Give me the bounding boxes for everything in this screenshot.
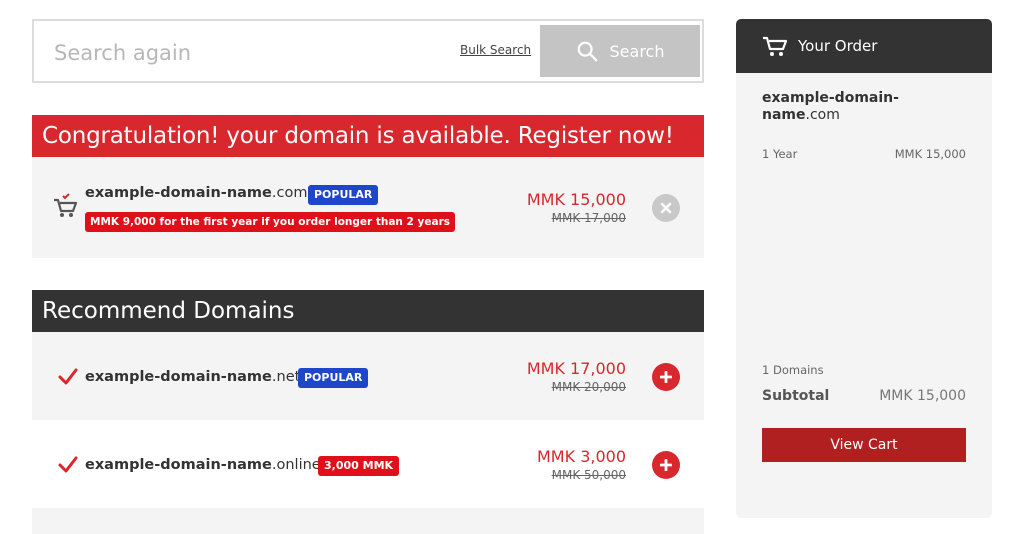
remove-domain-button[interactable]	[652, 194, 680, 222]
price-now: MMK 15,000	[526, 190, 626, 209]
recommend-domain-name: example-domain-name.net	[85, 369, 301, 385]
recommend-domain-name: example-domain-name.online	[85, 457, 321, 473]
popular-badge: POPULAR	[308, 185, 379, 205]
order-panel: Your Order example-domain-name.com 1 Yea…	[736, 19, 992, 518]
order-period-line: 1 Year MMK 15,000	[762, 147, 966, 161]
search-input[interactable]	[54, 39, 434, 67]
bulk-search-link[interactable]: Bulk Search	[460, 43, 531, 57]
subtotal-label: Subtotal	[762, 388, 830, 404]
selected-price: MMK 15,000 MMK 17,000	[527, 190, 626, 225]
recommend-header: Recommend Domains	[32, 290, 704, 332]
price-now: MMK 17,000	[526, 359, 626, 378]
search-button-label: Search	[609, 41, 665, 61]
plus-icon	[660, 371, 672, 383]
recommend-price: MMK 3,000 MMK 50,000	[537, 447, 626, 482]
selected-domain-row: example-domain-name.com POPULAR MMK 9,00…	[32, 157, 704, 258]
add-domain-button[interactable]	[652, 451, 680, 479]
search-icon	[577, 41, 597, 62]
view-cart-button[interactable]: View Cart	[762, 428, 966, 462]
recommend-row: example-domain-name.online 3,000 MMK MMK…	[32, 420, 704, 508]
order-period-price: MMK 15,000	[894, 147, 966, 161]
discount-badge: 3,000 MMK	[318, 456, 400, 476]
selected-domain-name: example-domain-name.com	[85, 185, 308, 201]
check-icon	[58, 456, 78, 473]
cart-icon	[763, 36, 788, 56]
price-old: MMK 17,000	[551, 211, 626, 225]
search-bar: Bulk Search Search	[32, 19, 704, 83]
order-period: 1 Year	[762, 147, 798, 161]
recommend-row: example-domain-name.net POPULAR MMK 17,0…	[32, 332, 704, 420]
order-header: Your Order	[736, 19, 992, 73]
search-button[interactable]: Search	[540, 25, 700, 77]
order-title: Your Order	[798, 37, 878, 55]
price-old: MMK 50,000	[551, 468, 626, 482]
check-icon	[58, 368, 78, 385]
promo-badge: MMK 9,000 for the first year if you orde…	[85, 212, 455, 232]
order-domain-count: 1 Domains	[762, 363, 824, 377]
close-icon	[660, 202, 672, 214]
subtotal-value: MMK 15,000	[879, 388, 966, 404]
availability-banner: Congratulation! your domain is available…	[32, 115, 704, 157]
price-old: MMK 20,000	[551, 380, 626, 394]
plus-icon	[660, 459, 672, 471]
popular-badge: POPULAR	[298, 368, 369, 388]
cart-check-icon	[54, 193, 78, 217]
recommend-price: MMK 17,000 MMK 20,000	[527, 359, 626, 394]
price-now: MMK 3,000	[537, 447, 626, 466]
recommend-row-partial	[32, 508, 704, 534]
order-domain: example-domain-name.com	[762, 90, 899, 123]
add-domain-button[interactable]	[652, 363, 680, 391]
order-subtotal: Subtotal MMK 15,000	[762, 388, 966, 404]
